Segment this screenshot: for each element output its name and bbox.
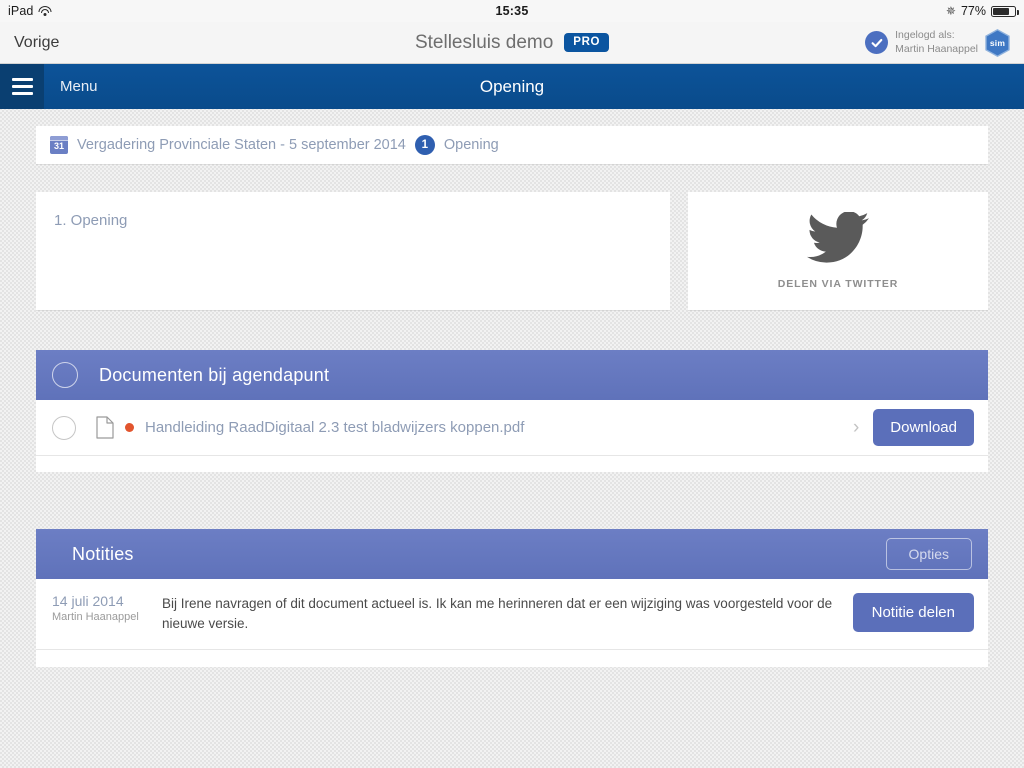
nav-title: Opening [479, 76, 545, 96]
documents-panel-header: Documenten bij agendapunt [36, 350, 988, 400]
status-bar-clock: 15:35 [495, 4, 529, 18]
menu-label[interactable]: Menu [60, 78, 98, 95]
document-row[interactable]: Handleiding RaadDigitaal 2.3 test bladwi… [36, 400, 988, 456]
bluetooth-icon: ✵ [945, 4, 956, 18]
options-button[interactable]: Opties [885, 538, 972, 570]
agenda-row: 1. Opening DELEN VIA TWITTER [36, 192, 988, 310]
notes-panel-header: Notities Opties [36, 529, 988, 579]
battery-icon [991, 5, 1019, 17]
documents-panel-title: Documenten bij agendapunt [99, 364, 330, 385]
twitter-share-label: DELEN VIA TWITTER [777, 278, 899, 290]
notes-panel-title: Notities [72, 543, 134, 564]
calendar-icon: 31 [50, 136, 68, 154]
unread-dot-icon [125, 423, 134, 432]
sim-logo-icon[interactable]: sim [985, 28, 1010, 57]
battery-percent-label: 77% [960, 4, 986, 18]
share-note-button[interactable]: Notitie delen [852, 593, 974, 632]
back-button[interactable]: Vorige [14, 34, 59, 52]
check-circle-icon [865, 31, 889, 54]
twitter-bird-icon [807, 212, 869, 263]
notes-panel-footer [36, 649, 988, 667]
navigation-bar: Menu Opening [0, 64, 1024, 109]
agenda-item-card: 1. Opening [36, 192, 670, 310]
document-icon [96, 416, 114, 439]
menu-button[interactable] [0, 64, 44, 109]
note-row: 14 juli 2014 Martin Haanappel Bij Irene … [36, 579, 988, 650]
note-date: 14 juli 2014 [52, 593, 124, 609]
documents-panel: Documenten bij agendapunt Handleiding Ra… [36, 350, 988, 472]
ios-status-bar: iPad 15:35 ✵ 77% [0, 0, 1024, 22]
page-title: Stellesluis demo [414, 31, 554, 53]
pro-badge: PRO [564, 33, 610, 52]
twitter-share-card[interactable]: DELEN VIA TWITTER [688, 192, 988, 310]
logged-in-info: Ingelogd als: Martin Haanappel [895, 29, 978, 55]
chevron-right-icon[interactable]: › [853, 418, 859, 437]
breadcrumb-current: Opening [443, 137, 499, 153]
breadcrumb-badge: 1 [414, 135, 435, 155]
logged-in-user: Martin Haanappel [895, 42, 978, 55]
agenda-item-title: 1. Opening [54, 212, 128, 229]
main-content: 31 Vergadering Provinciale Staten - 5 se… [0, 126, 1024, 667]
calendar-icon-day: 31 [53, 141, 64, 151]
documents-panel-footer [36, 456, 988, 472]
status-bar-right: ✵ 77% [945, 4, 1019, 18]
account-area[interactable]: Ingelogd als: Martin Haanappel sim [865, 28, 1010, 57]
document-name[interactable]: Handleiding RaadDigitaal 2.3 test bladwi… [145, 419, 524, 436]
breadcrumb-meeting-link[interactable]: Vergadering Provinciale Staten - 5 septe… [77, 137, 406, 153]
download-button[interactable]: Download [873, 409, 974, 446]
logged-in-label: Ingelogd als: [895, 29, 955, 42]
notes-panel: Notities Opties 14 juli 2014 Martin Haan… [36, 529, 988, 667]
note-author: Martin Haanappel [52, 611, 139, 623]
select-all-circle-icon[interactable] [52, 362, 78, 388]
note-text: Bij Irene navragen of dit document actue… [162, 596, 833, 632]
breadcrumb: 31 Vergadering Provinciale Staten - 5 se… [36, 126, 988, 164]
note-meta: 14 juli 2014 Martin Haanappel [52, 593, 162, 623]
app-top-bar: Vorige Stellesluis demo PRO Ingelogd als… [0, 22, 1024, 64]
sim-logo-label: sim [989, 37, 1006, 48]
document-select-circle-icon[interactable] [52, 415, 76, 440]
hamburger-icon [11, 78, 33, 95]
